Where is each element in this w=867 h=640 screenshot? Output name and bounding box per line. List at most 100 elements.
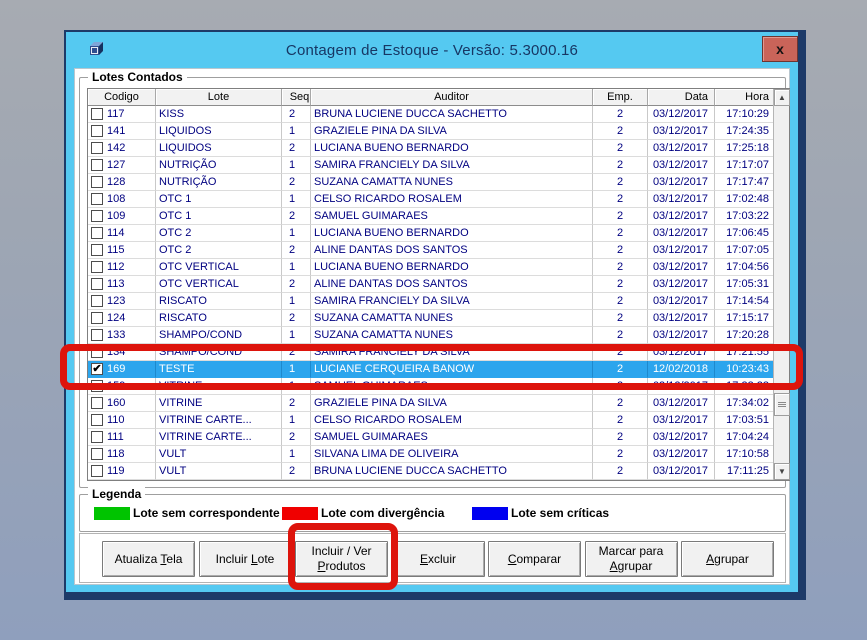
cell-seq: 2 xyxy=(282,429,311,446)
table-row[interactable]: 112OTC VERTICAL1LUCIANA BUENO BERNARDO20… xyxy=(88,259,773,276)
checkbox-unchecked[interactable] xyxy=(91,227,103,239)
cell-codigo: 110 xyxy=(88,412,156,429)
cell-emp: 2 xyxy=(593,140,648,157)
column-header-emp[interactable]: Emp. xyxy=(593,89,648,106)
table-row[interactable]: 123RISCATO1SAMIRA FRANCIELY DA SILVA203/… xyxy=(88,293,773,310)
cell-codigo: 127 xyxy=(88,157,156,174)
codigo-value: 141 xyxy=(107,125,125,137)
checkbox-unchecked[interactable] xyxy=(91,176,103,188)
scrollbar-thumb[interactable] xyxy=(774,393,790,416)
table-row[interactable]: 108OTC 11CELSO RICARDO ROSALEM203/12/201… xyxy=(88,191,773,208)
checkbox-unchecked[interactable] xyxy=(91,261,103,273)
comparar-button[interactable]: Comparar xyxy=(488,541,581,577)
cell-hora: 17:33:28 xyxy=(715,378,773,395)
checkbox-unchecked[interactable] xyxy=(91,397,103,409)
checkbox-unchecked[interactable] xyxy=(91,278,103,290)
checkbox-unchecked[interactable] xyxy=(91,346,103,358)
cell-seq: 2 xyxy=(282,208,311,225)
incluir-ver-produtos-button[interactable]: Incluir / VerProdutos xyxy=(295,541,388,577)
cell-seq: 2 xyxy=(282,106,311,123)
checkbox-unchecked[interactable] xyxy=(91,193,103,205)
column-header-codigo[interactable]: Codigo xyxy=(88,89,156,106)
excluir-button[interactable]: Excluir xyxy=(392,541,485,577)
cell-lote: OTC 2 xyxy=(156,225,282,242)
cell-auditor: GRAZIELE PINA DA SILVA xyxy=(311,123,593,140)
checkbox-unchecked[interactable] xyxy=(91,465,103,477)
checkbox-unchecked[interactable] xyxy=(91,125,103,137)
cell-lote: VITRINE xyxy=(156,395,282,412)
vertical-scrollbar[interactable]: ▲ ▼ xyxy=(773,89,789,480)
close-button[interactable]: x xyxy=(762,36,798,62)
codigo-value: 119 xyxy=(107,465,125,477)
codigo-value: 127 xyxy=(107,159,125,171)
table-row[interactable]: 119VULT2BRUNA LUCIENE DUCCA SACHETTO203/… xyxy=(88,463,773,480)
scroll-down-icon[interactable]: ▼ xyxy=(774,463,790,480)
cell-data: 03/12/2017 xyxy=(648,157,715,174)
table-row[interactable]: 133SHAMPO/COND1SUZANA CAMATTA NUNES203/1… xyxy=(88,327,773,344)
agrupar-button[interactable]: Agrupar xyxy=(681,541,774,577)
checkbox-unchecked[interactable] xyxy=(91,414,103,426)
codigo-value: 133 xyxy=(107,329,125,341)
table-row[interactable]: 134SHAMPO/COND2SAMIRA FRANCIELY DA SILVA… xyxy=(88,344,773,361)
table-body: 117KISS2BRUNA LUCIENE DUCCA SACHETTO203/… xyxy=(88,106,773,480)
cell-codigo: 123 xyxy=(88,293,156,310)
checkbox-checked[interactable]: ✔ xyxy=(91,363,103,375)
table-row[interactable]: 142LIQUIDOS2LUCIANA BUENO BERNARDO203/12… xyxy=(88,140,773,157)
checkbox-unchecked[interactable] xyxy=(91,329,103,341)
cell-data: 03/12/2017 xyxy=(648,259,715,276)
table-row[interactable]: 113OTC VERTICAL2ALINE DANTAS DOS SANTOS2… xyxy=(88,276,773,293)
table-row[interactable]: 111VITRINE CARTE...2SAMUEL GUIMARAES203/… xyxy=(88,429,773,446)
cell-seq: 2 xyxy=(282,310,311,327)
incluir-lote-button[interactable]: Incluir Lote xyxy=(199,541,292,577)
checkbox-unchecked[interactable] xyxy=(91,380,103,392)
atualiza-tela-button[interactable]: Atualiza Tela xyxy=(102,541,195,577)
table-row[interactable]: 160VITRINE2GRAZIELE PINA DA SILVA203/12/… xyxy=(88,395,773,412)
scroll-up-icon[interactable]: ▲ xyxy=(774,89,790,106)
checkbox-unchecked[interactable] xyxy=(91,159,103,171)
column-header-seq[interactable]: Seq xyxy=(282,89,311,106)
checkbox-unchecked[interactable] xyxy=(91,210,103,222)
cell-hora: 17:15:17 xyxy=(715,310,773,327)
column-header-data[interactable]: Data xyxy=(648,89,715,106)
cell-data: 03/12/2017 xyxy=(648,276,715,293)
button-label-line: Marcar para xyxy=(599,544,664,559)
cell-emp: 2 xyxy=(593,106,648,123)
cell-auditor: SUZANA CAMATTA NUNES xyxy=(311,174,593,191)
checkbox-unchecked[interactable] xyxy=(91,142,103,154)
cell-data: 03/12/2017 xyxy=(648,106,715,123)
table-row[interactable]: 118VULT1SILVANA LIMA DE OLIVEIRA203/12/2… xyxy=(88,446,773,463)
cell-hora: 17:17:07 xyxy=(715,157,773,174)
cell-codigo: 117 xyxy=(88,106,156,123)
checkbox-unchecked[interactable] xyxy=(91,448,103,460)
checkbox-unchecked[interactable] xyxy=(91,431,103,443)
checkbox-unchecked[interactable] xyxy=(91,108,103,120)
table-row[interactable]: 109OTC 12SAMUEL GUIMARAES203/12/201717:0… xyxy=(88,208,773,225)
checkbox-unchecked[interactable] xyxy=(91,244,103,256)
column-header-auditor[interactable]: Auditor xyxy=(311,89,593,106)
table-row[interactable]: 141LIQUIDOS1GRAZIELE PINA DA SILVA203/12… xyxy=(88,123,773,140)
column-header-lote[interactable]: Lote xyxy=(156,89,282,106)
cell-lote: VITRINE CARTE... xyxy=(156,429,282,446)
checkbox-unchecked[interactable] xyxy=(91,295,103,307)
table-row[interactable]: 128NUTRIÇÃO2SUZANA CAMATTA NUNES203/12/2… xyxy=(88,174,773,191)
table-row[interactable]: 110VITRINE CARTE...1CELSO RICARDO ROSALE… xyxy=(88,412,773,429)
cell-emp: 2 xyxy=(593,276,648,293)
table-row[interactable]: 115OTC 22ALINE DANTAS DOS SANTOS203/12/2… xyxy=(88,242,773,259)
cell-emp: 2 xyxy=(593,463,648,480)
cell-codigo: 118 xyxy=(88,446,156,463)
legend-label: Lote com divergência xyxy=(321,506,444,520)
codigo-value: 111 xyxy=(107,431,124,443)
table-row[interactable]: 159VITRINE1SAMUEL GUIMARAES203/12/201717… xyxy=(88,378,773,395)
table-row[interactable]: 127NUTRIÇÃO1SAMIRA FRANCIELY DA SILVA203… xyxy=(88,157,773,174)
button-label-text: Atualiza xyxy=(115,552,161,566)
table-row[interactable]: 117KISS2BRUNA LUCIENE DUCCA SACHETTO203/… xyxy=(88,106,773,123)
table-row[interactable]: 124RISCATO2SUZANA CAMATTA NUNES203/12/20… xyxy=(88,310,773,327)
column-header-hora[interactable]: Hora xyxy=(715,89,773,106)
cell-lote: RISCATO xyxy=(156,310,282,327)
table-row[interactable]: ✔169TESTE1LUCIANE CERQUEIRA BANOW212/02/… xyxy=(88,361,773,378)
button-label-text: A xyxy=(610,559,618,573)
table-row[interactable]: 114OTC 21LUCIANA BUENO BERNARDO203/12/20… xyxy=(88,225,773,242)
marcar-para-agrupar-button[interactable]: Marcar paraAgrupar xyxy=(585,541,678,577)
cell-data: 03/12/2017 xyxy=(648,344,715,361)
checkbox-unchecked[interactable] xyxy=(91,312,103,324)
